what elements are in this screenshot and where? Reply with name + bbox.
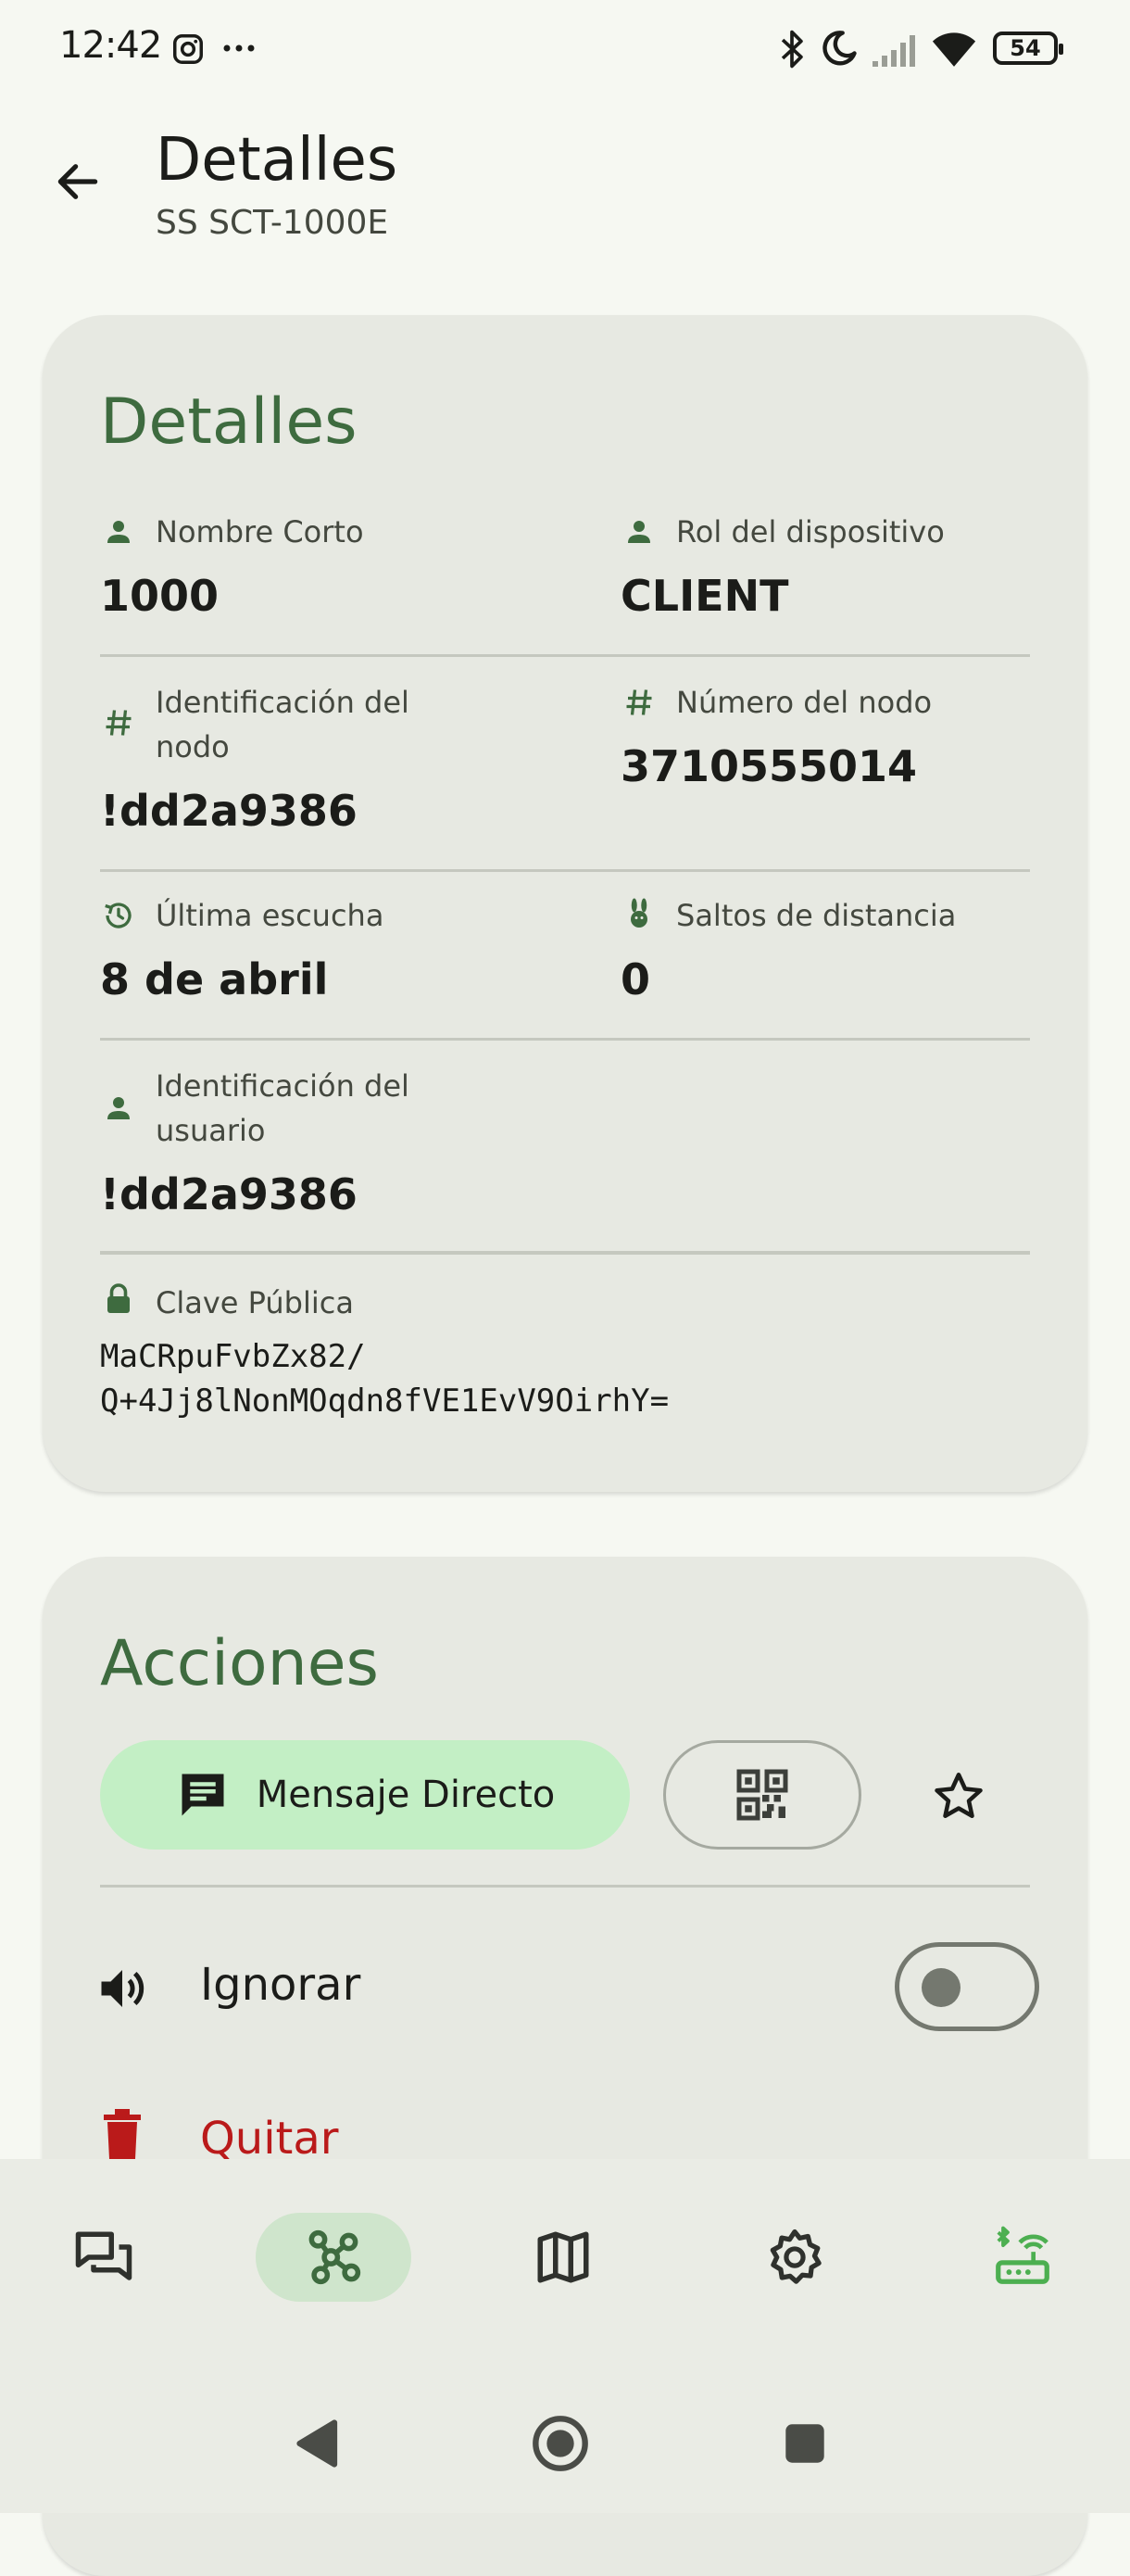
hashtag-icon <box>106 710 132 736</box>
settings-icon <box>770 2229 822 2284</box>
public-key-line2: Q+4Jj8lNonMOqdn8fVE1EvV9OirhY= <box>100 1383 670 1420</box>
ignore-label: Ignorar <box>200 1959 361 2011</box>
bluetooth-icon <box>781 30 803 69</box>
status-time: 12:42 <box>59 24 162 67</box>
triangle-back-icon <box>296 2419 338 2468</box>
messages-icon <box>75 2231 132 2280</box>
divider <box>100 1885 1030 1888</box>
actions-card-title: Acciones <box>100 1627 379 1700</box>
instagram-icon <box>173 34 203 64</box>
more-dots-icon <box>223 44 255 52</box>
person-icon <box>107 521 130 543</box>
arrow-back-icon <box>57 164 98 199</box>
bluetooth-router-icon <box>996 2226 1049 2284</box>
hops-away-value: 0 <box>621 954 651 1004</box>
person-icon <box>628 521 650 543</box>
person-icon <box>107 1097 130 1119</box>
rabbit-icon <box>631 898 647 928</box>
node-number-label: Número del nodo <box>676 685 933 720</box>
signal-icon <box>873 35 915 67</box>
system-recents-button[interactable] <box>772 2411 837 2476</box>
nodes-icon <box>308 2229 361 2285</box>
user-id-value: !dd2a9386 <box>100 1169 358 1219</box>
node-id-value: !dd2a9386 <box>100 786 358 836</box>
trash-icon <box>104 2109 141 2159</box>
page-title: Detalles <box>156 126 398 195</box>
short-name-value: 1000 <box>100 571 220 621</box>
public-key-label: Clave Pública <box>156 1285 354 1320</box>
user-id-label-line1: Identificación del <box>156 1068 409 1104</box>
lock-icon <box>107 1283 130 1313</box>
nav-nodes[interactable] <box>256 2213 411 2302</box>
public-key-value: MaCRpuFvbZx82/ Q+4Jj8lNonMOqdn8fVE1EvV9O… <box>100 1334 669 1423</box>
device-role-label: Rol del dispositivo <box>676 514 945 549</box>
details-card-title: Detalles <box>100 385 358 459</box>
ignore-toggle[interactable] <box>895 1942 1039 2031</box>
divider <box>100 1038 1030 1041</box>
wifi-icon <box>932 32 976 67</box>
favorite-button[interactable] <box>917 1755 1000 1838</box>
message-icon <box>182 1774 224 1816</box>
nav-settings[interactable] <box>717 2213 873 2302</box>
map-icon <box>537 2231 589 2283</box>
nav-map[interactable] <box>485 2213 641 2302</box>
page-subtitle: SS SCT-1000E <box>156 204 389 242</box>
moon-icon <box>822 31 857 66</box>
direct-message-label: Mensaje Directo <box>256 1774 556 1816</box>
public-key-line1: MaCRpuFvbZx82/ <box>100 1338 366 1375</box>
node-number-value: 3710555014 <box>621 741 918 791</box>
divider <box>100 654 1030 657</box>
hops-away-label: Saltos de distancia <box>676 898 957 933</box>
hashtag-icon <box>626 689 652 715</box>
node-id-label: Identificación del nodo <box>156 680 409 769</box>
short-name-label: Nombre Corto <box>156 514 364 549</box>
qr-code-icon <box>736 1769 788 1821</box>
back-button[interactable] <box>44 148 111 215</box>
divider <box>100 869 1030 872</box>
direct-message-button[interactable]: Mensaje Directo <box>100 1740 630 1850</box>
node-id-label-line2: nodo <box>156 729 230 764</box>
remove-label[interactable]: Quitar <box>200 2113 339 2165</box>
node-id-label-line1: Identificación del <box>156 685 409 720</box>
qr-code-button[interactable] <box>663 1740 861 1850</box>
star-outline-icon <box>935 1773 983 1818</box>
device-role-value: CLIENT <box>621 571 789 621</box>
history-icon <box>105 903 132 928</box>
toggle-thumb <box>922 1968 960 2007</box>
volume-icon <box>101 1970 144 2007</box>
last-heard-label: Última escucha <box>156 898 384 933</box>
last-heard-value: 8 de abril <box>100 954 329 1004</box>
nav-messages[interactable] <box>26 2213 182 2302</box>
home-circle-icon <box>533 2416 588 2471</box>
user-id-label: Identificación del usuario <box>156 1064 409 1153</box>
recents-square-icon <box>785 2424 824 2463</box>
system-home-button[interactable] <box>528 2411 593 2476</box>
battery-icon: 54 <box>993 32 1063 65</box>
user-id-label-line2: usuario <box>156 1113 266 1148</box>
divider <box>100 1251 1030 1255</box>
system-back-button[interactable] <box>283 2411 348 2476</box>
nav-connections[interactable] <box>945 2213 1100 2302</box>
